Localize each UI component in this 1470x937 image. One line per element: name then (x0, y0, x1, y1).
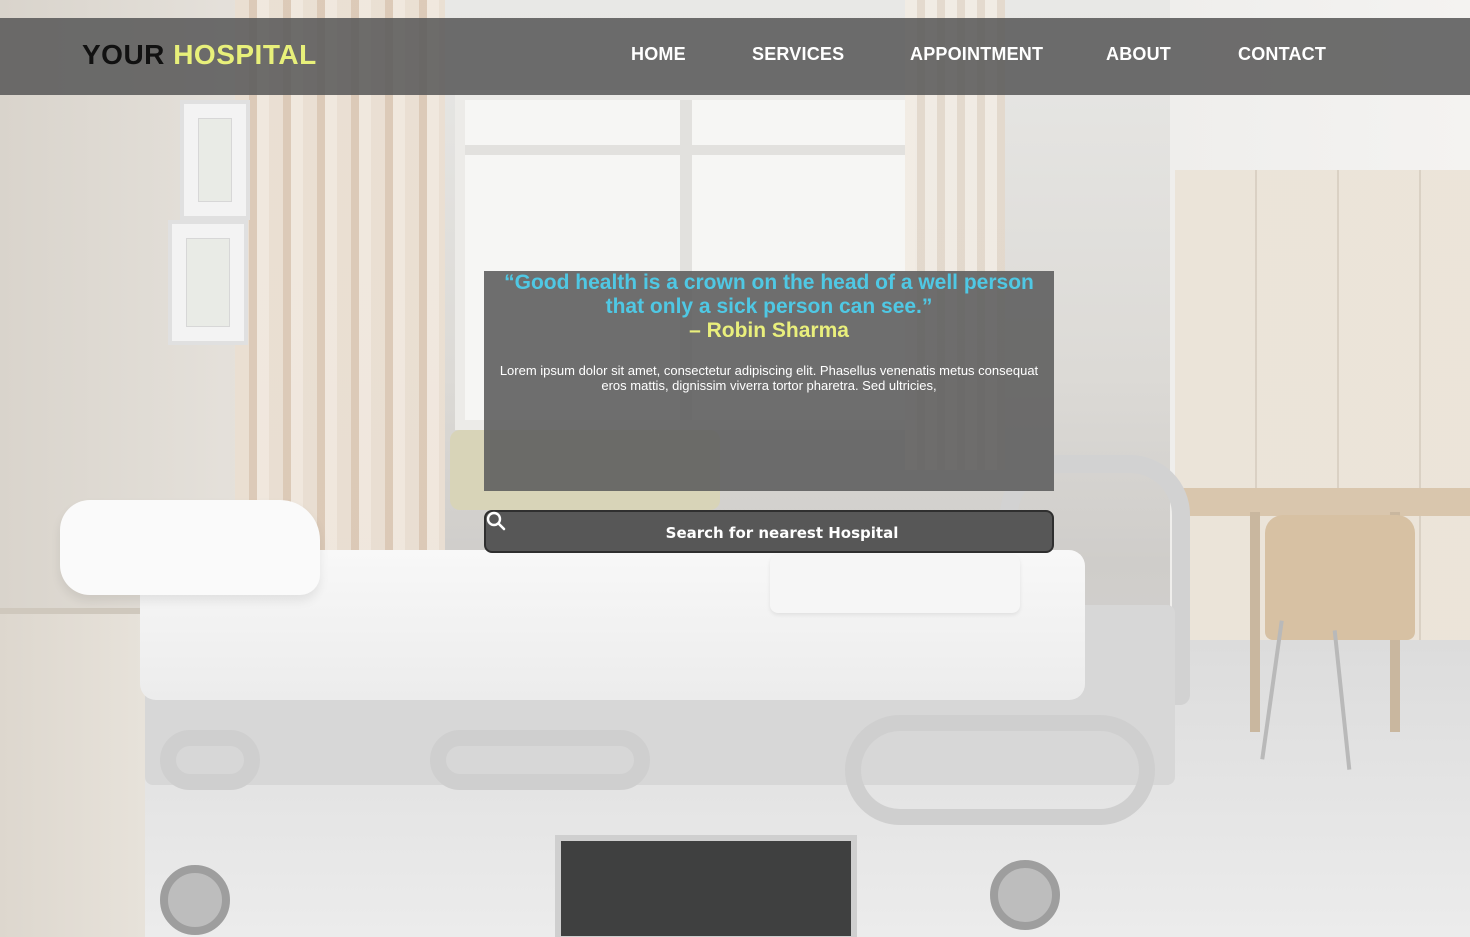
picture-frame (180, 100, 250, 220)
bed-rail (845, 715, 1155, 825)
bed-footboard (555, 835, 857, 937)
hero-description: Lorem ipsum dolor sit amet, consectetur … (499, 363, 1039, 393)
nav-home-link[interactable]: HOME (631, 44, 686, 64)
bed-rail (430, 730, 650, 790)
folded-blanket (770, 555, 1020, 613)
nav-appointment-link[interactable]: APPOINTMENT (910, 44, 1043, 64)
bed-wheel (990, 860, 1060, 930)
hero-quote-box: “Good health is a crown on the head of a… (484, 271, 1054, 491)
nav-about-link[interactable]: ABOUT (1106, 44, 1171, 64)
search-icon[interactable] (486, 511, 506, 531)
bed-wheel (160, 865, 230, 935)
quote-line-2: that only a sick person can see.” (605, 295, 933, 318)
desk-leg (1250, 512, 1260, 732)
search-input[interactable] (510, 512, 1054, 553)
nav-contact-link[interactable]: CONTACT (1238, 44, 1326, 64)
bedside-cabinet (0, 608, 145, 937)
pillow (60, 500, 320, 595)
chair (1265, 515, 1415, 640)
bed-rail (160, 730, 260, 790)
hero-quote: “Good health is a crown on the head of a… (484, 271, 1054, 343)
hospital-search-bar[interactable] (484, 510, 1054, 553)
picture-frame (168, 220, 248, 345)
desk (1175, 488, 1470, 516)
site-header: YOUR HOSPITAL HOME SERVICES APPOINTMENT … (0, 18, 1470, 95)
quote-author: – Robin Sharma (689, 319, 849, 342)
nav-services-link[interactable]: SERVICES (752, 44, 844, 64)
main-nav: HOME SERVICES APPOINTMENT ABOUT CONTACT (0, 18, 1470, 95)
quote-line-1: “Good health is a crown on the head of a… (504, 271, 1034, 294)
page: YOUR HOSPITAL HOME SERVICES APPOINTMENT … (0, 0, 1470, 937)
